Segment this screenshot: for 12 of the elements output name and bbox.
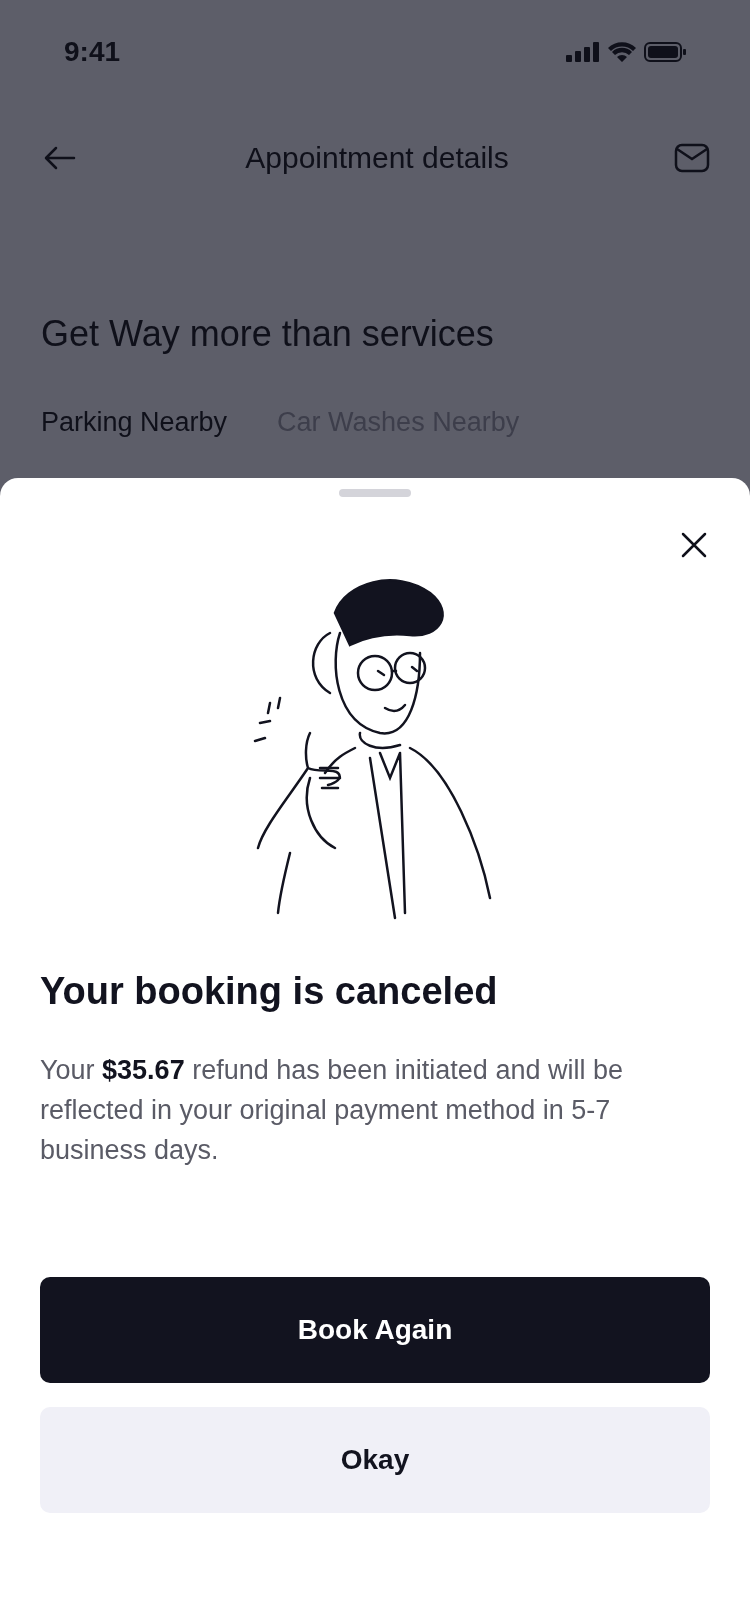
wifi-icon: [608, 42, 636, 62]
section-title: Get Way more than services: [41, 312, 495, 356]
drag-handle[interactable]: [339, 489, 411, 497]
header-title: Appointment details: [245, 140, 509, 176]
book-again-button[interactable]: Book Again: [40, 1277, 710, 1383]
battery-icon: [644, 42, 686, 62]
mail-icon[interactable]: [674, 142, 710, 173]
sheet-title: Your booking is canceled: [40, 969, 499, 1014]
refund-message: Your $35.67 refund has been initiated and will be reflected in your original payment method in 5-7 business days.: [40, 1054, 624, 1167]
status-time: 9:41: [64, 35, 121, 69]
signal-icon: [566, 42, 600, 62]
okay-button[interactable]: Okay: [40, 1407, 710, 1513]
